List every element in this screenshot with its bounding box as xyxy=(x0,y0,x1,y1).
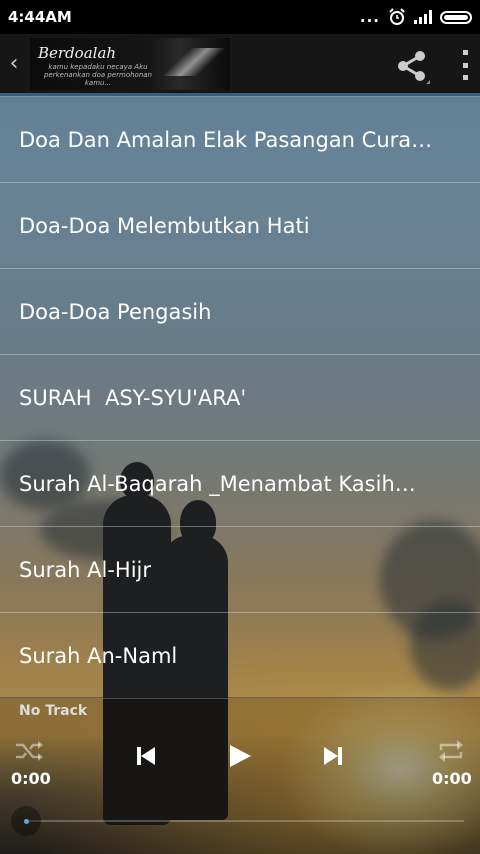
list-item[interactable]: Surah Al-Hijr xyxy=(0,527,480,613)
seek-bar[interactable] xyxy=(24,820,464,822)
track-list: Doa Dan Amalan Elak Pasangan Cura… Doa-D… xyxy=(0,97,480,699)
player-panel: No Track 0:00 0:00 xyxy=(0,697,480,854)
list-item-label: Doa-Doa Melembutkan Hati xyxy=(19,213,310,238)
overflow-menu-icon[interactable] xyxy=(460,50,470,80)
elapsed-time: 0:00 xyxy=(11,769,51,788)
previous-icon[interactable] xyxy=(135,745,157,767)
play-icon[interactable] xyxy=(227,743,253,769)
list-item-label: Surah Al-Baqarah _Menambat Kasih… xyxy=(19,471,416,496)
status-bar: 4:44AM ... xyxy=(0,0,480,34)
list-item-label: Surah Al-Hijr xyxy=(19,557,151,582)
back-chevron-icon[interactable]: ‹ xyxy=(2,51,26,76)
repeat-icon[interactable] xyxy=(437,738,465,764)
list-item-label: Surah An-Naml xyxy=(19,643,178,668)
list-item[interactable]: Doa-Doa Pengasih xyxy=(0,269,480,355)
more-notifications-icon: ... xyxy=(359,8,380,26)
list-item[interactable]: Doa-Doa Melembutkan Hati xyxy=(0,183,480,269)
status-time: 4:44AM xyxy=(8,8,72,26)
status-icons: ... xyxy=(360,8,472,26)
share-icon[interactable] xyxy=(394,48,430,84)
signal-icon xyxy=(414,10,432,24)
battery-icon xyxy=(440,10,472,24)
next-icon[interactable] xyxy=(322,745,344,767)
track-title: No Track xyxy=(19,703,88,719)
action-bar: ‹ Berdoalah kamu kepadaku necaya Aku per… xyxy=(0,34,480,96)
total-duration: 0:00 xyxy=(432,769,472,788)
seek-thumb[interactable] xyxy=(11,806,41,836)
logo-title: Berdoalah xyxy=(38,43,117,62)
list-item[interactable]: Doa Dan Amalan Elak Pasangan Cura… xyxy=(0,97,480,183)
list-item[interactable]: Surah Al-Baqarah _Menambat Kasih… xyxy=(0,441,480,527)
list-item-label: Doa Dan Amalan Elak Pasangan Cura… xyxy=(19,127,433,152)
list-item-label: SURAH ASY-SYU'ARA' xyxy=(19,385,247,410)
logo-subtitle: kamu kepadaku necaya Aku perkenankan doa… xyxy=(43,62,152,87)
alarm-icon xyxy=(389,8,405,25)
logo-graphic xyxy=(163,47,230,76)
list-item-label: Doa-Doa Pengasih xyxy=(19,299,212,324)
list-item[interactable]: SURAH ASY-SYU'ARA' xyxy=(0,355,480,441)
app-logo[interactable]: Berdoalah kamu kepadaku necaya Aku perke… xyxy=(30,37,230,90)
list-item[interactable]: Surah An-Naml xyxy=(0,613,480,699)
shuffle-icon[interactable] xyxy=(14,740,44,762)
